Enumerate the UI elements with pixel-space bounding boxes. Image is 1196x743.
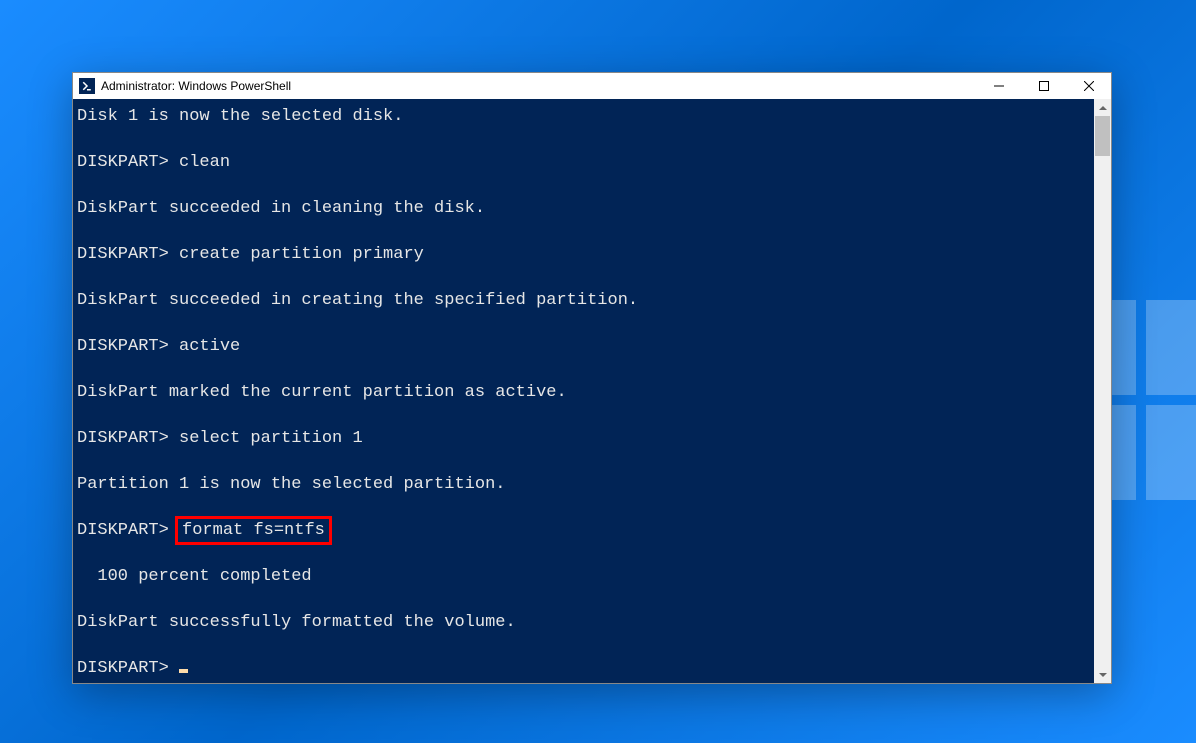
terminal-line	[77, 220, 1094, 243]
scroll-thumb[interactable]	[1095, 116, 1110, 156]
scroll-down-arrow-icon[interactable]	[1094, 666, 1111, 683]
maximize-button[interactable]	[1021, 73, 1066, 99]
terminal-line: DiskPart marked the current partition as…	[77, 381, 1094, 404]
powershell-icon	[79, 78, 95, 94]
console-output[interactable]: Disk 1 is now the selected disk. DISKPAR…	[73, 99, 1094, 683]
terminal-line	[77, 404, 1094, 427]
titlebar[interactable]: Administrator: Windows PowerShell	[73, 73, 1111, 99]
diskpart-prompt: DISKPART>	[77, 659, 179, 678]
terminal-line: DISKPART> format fs=ntfs	[77, 519, 1094, 542]
close-button[interactable]	[1066, 73, 1111, 99]
vertical-scrollbar[interactable]	[1094, 99, 1111, 683]
terminal-line: DISKPART>	[77, 657, 1094, 680]
terminal-line	[77, 542, 1094, 565]
terminal-line: DISKPART> select partition 1	[77, 427, 1094, 450]
window-title: Administrator: Windows PowerShell	[101, 79, 291, 93]
scroll-up-arrow-icon[interactable]	[1094, 99, 1111, 116]
terminal-line	[77, 266, 1094, 289]
terminal-line: Partition 1 is now the selected partitio…	[77, 473, 1094, 496]
terminal-line: DISKPART> clean	[77, 151, 1094, 174]
terminal-line	[77, 358, 1094, 381]
terminal-line: DiskPart succeeded in creating the speci…	[77, 289, 1094, 312]
minimize-button[interactable]	[976, 73, 1021, 99]
highlighted-command: format fs=ntfs	[175, 516, 332, 545]
terminal-line	[77, 588, 1094, 611]
terminal-line	[77, 128, 1094, 151]
terminal-line	[77, 312, 1094, 335]
cursor	[179, 669, 188, 673]
terminal-line: 100 percent completed	[77, 565, 1094, 588]
terminal-line: DiskPart succeeded in cleaning the disk.	[77, 197, 1094, 220]
terminal-line: Disk 1 is now the selected disk.	[77, 105, 1094, 128]
terminal-line	[77, 174, 1094, 197]
terminal-line: DiskPart successfully formatted the volu…	[77, 611, 1094, 634]
powershell-window: Administrator: Windows PowerShell Disk 1…	[72, 72, 1112, 684]
terminal-line: DISKPART> create partition primary	[77, 243, 1094, 266]
terminal-line: DISKPART> active	[77, 335, 1094, 358]
terminal-line	[77, 634, 1094, 657]
diskpart-prompt: DISKPART>	[77, 521, 179, 540]
terminal-line	[77, 450, 1094, 473]
console-area: Disk 1 is now the selected disk. DISKPAR…	[73, 99, 1111, 683]
